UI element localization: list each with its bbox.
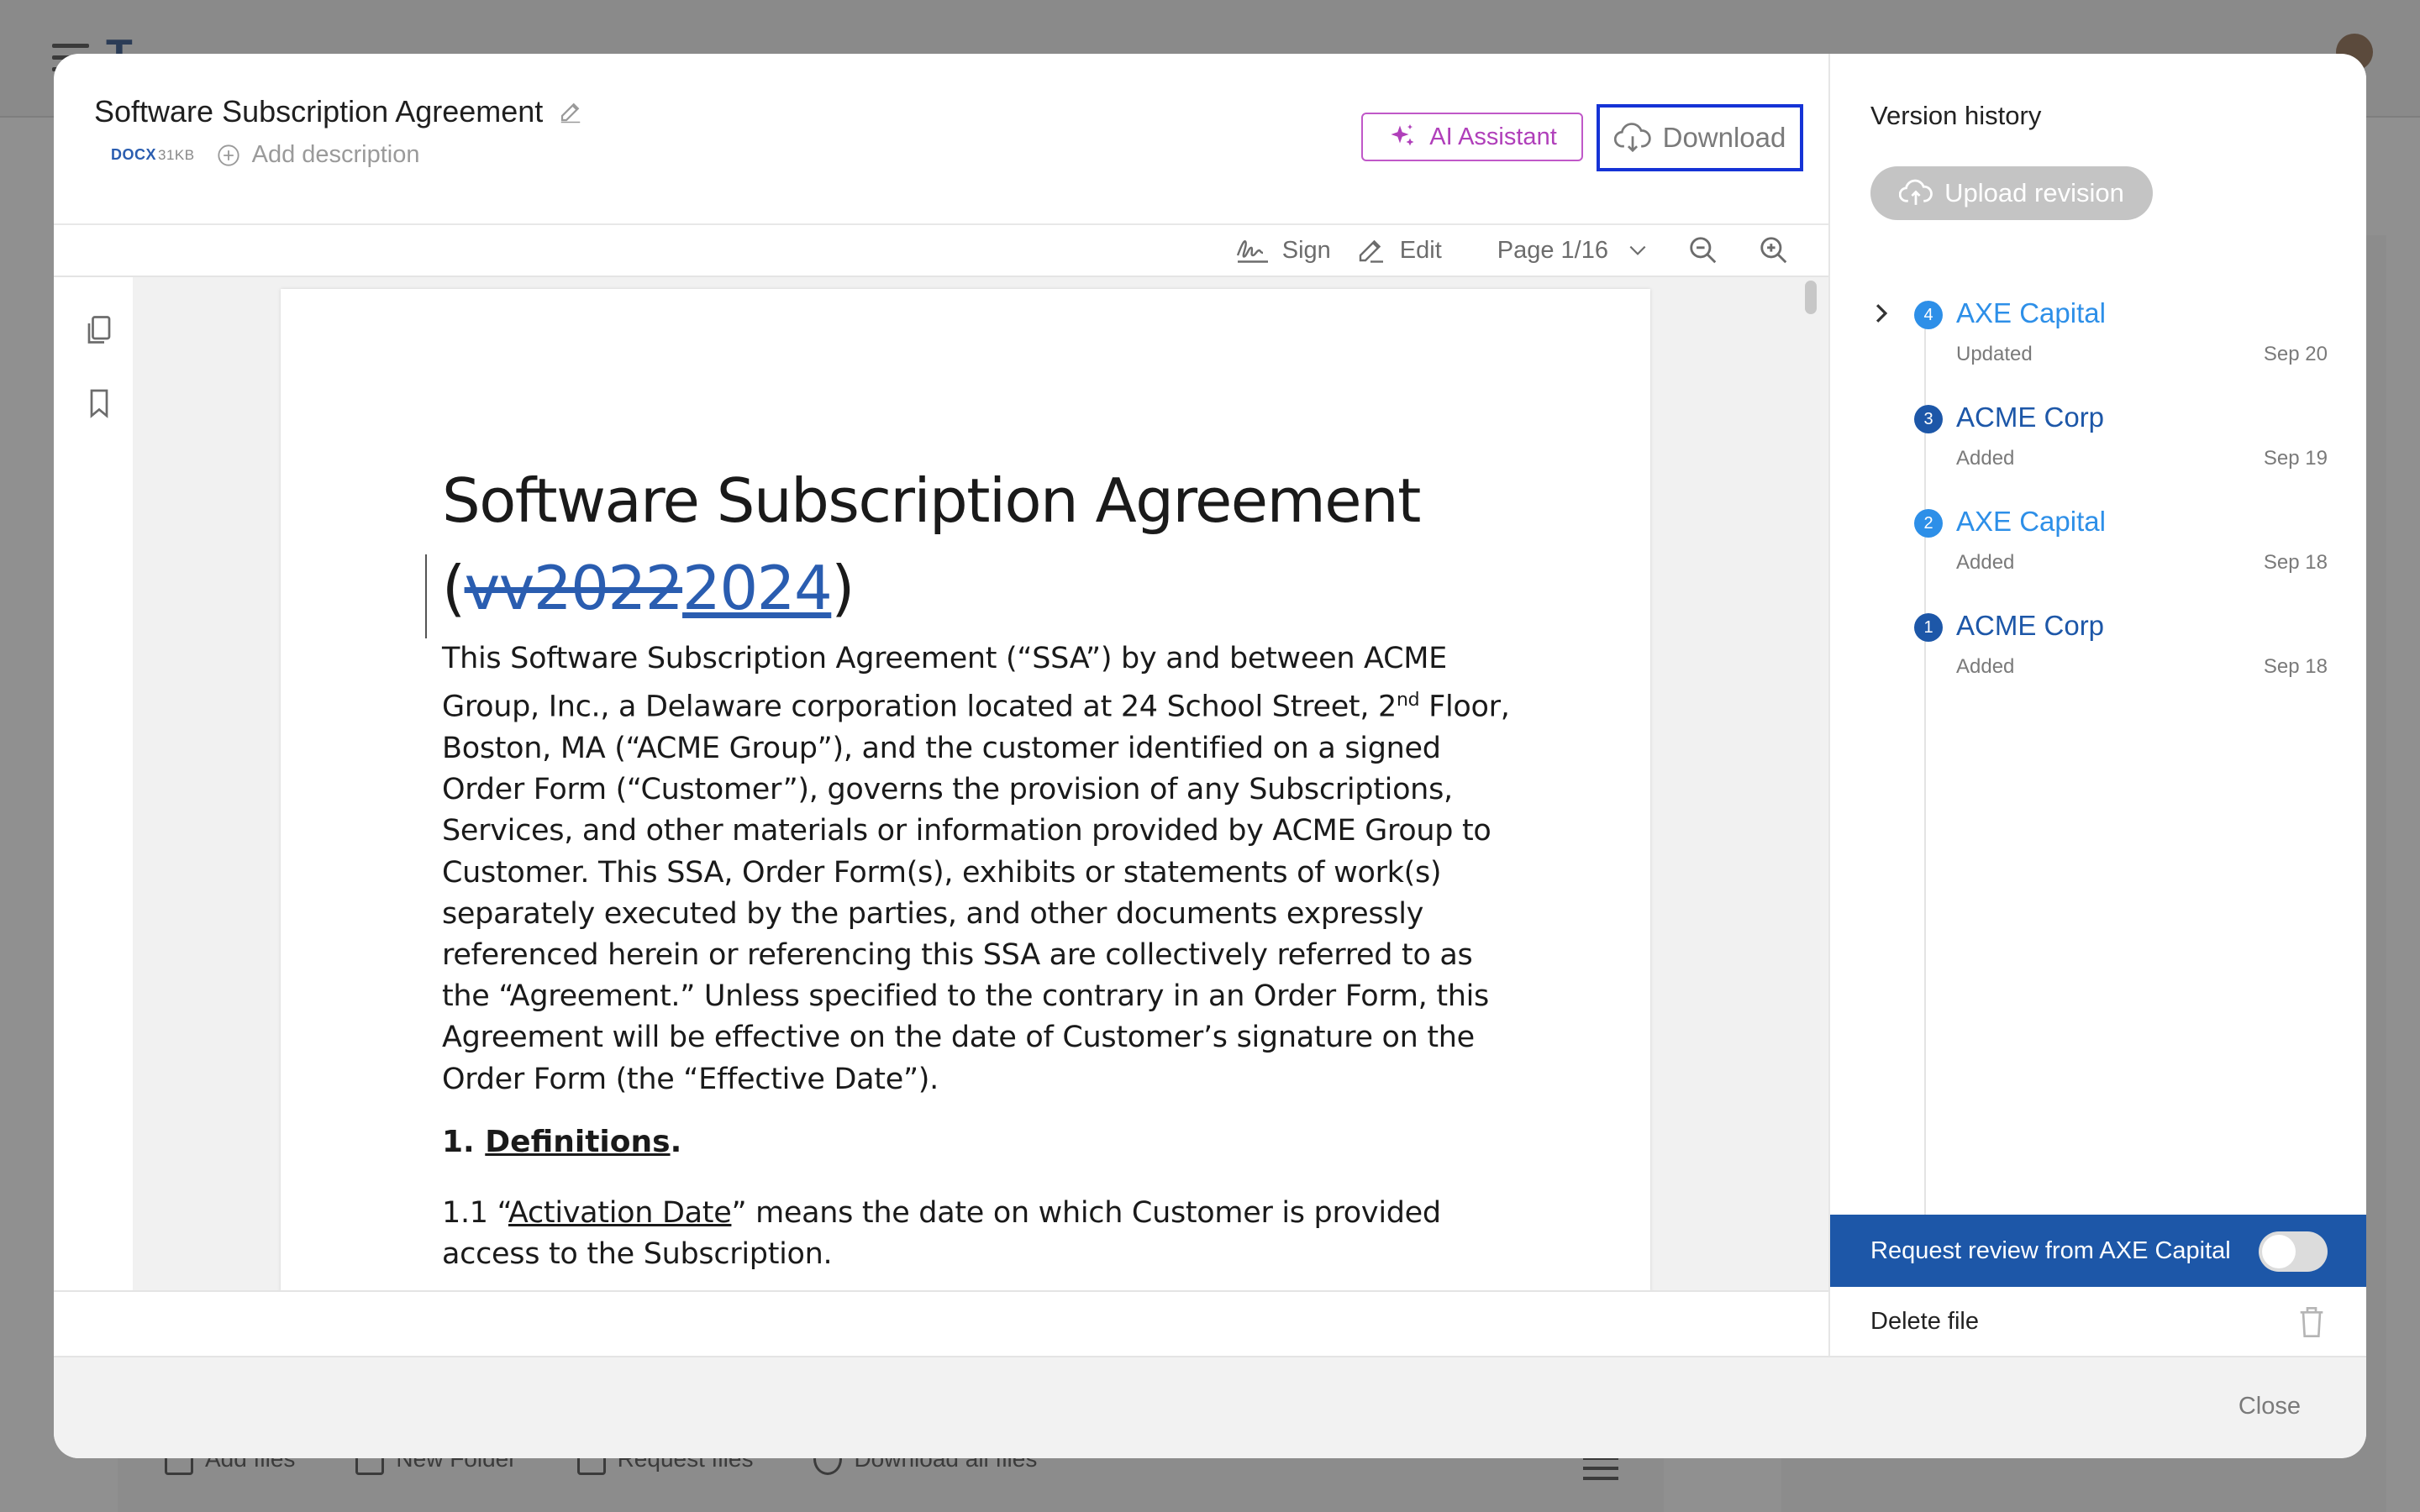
viewer-scrollbar[interactable]: [1800, 277, 1822, 1292]
document-heading: Software Subscription Agreement (vv20222…: [442, 457, 1526, 632]
sparkle-icon: [1391, 124, 1414, 146]
viewer-bottom-bar: [54, 1290, 1828, 1356]
version-author[interactable]: AXE Capital: [1956, 506, 2106, 538]
version-status: Added: [1956, 551, 2015, 574]
intro-text-2: Floor, Boston, MA (“ACME Group”), and th…: [442, 690, 1510, 1096]
viewer-side-rail: [54, 277, 133, 1292]
delete-file-label: Delete file: [1870, 1307, 1979, 1335]
document-title-row: Software Subscription Agreement: [94, 94, 583, 129]
version-author[interactable]: AXE Capital: [1956, 297, 2106, 329]
edit-label: Edit: [1399, 236, 1442, 264]
version-item[interactable]: 1 ACME Corp Added Sep 18: [1830, 600, 2366, 692]
cloud-upload-icon: [1899, 179, 1933, 205]
version-history-title: Version history: [1870, 101, 2042, 130]
intro-text-1: This Software Subscription Agreement (“S…: [442, 642, 1447, 724]
edit-icon: [1359, 239, 1383, 263]
file-type: DOCX: [111, 146, 157, 163]
zoom-out-icon[interactable]: [1687, 234, 1719, 266]
intro-paragraph: This Software Subscription Agreement (“S…: [442, 638, 1526, 1100]
sign-label: Sign: [1281, 236, 1331, 264]
text-cursor: [425, 554, 427, 638]
delete-file-row[interactable]: Delete file: [1830, 1287, 2366, 1356]
version-item[interactable]: 2 AXE Capital Added Sep 18: [1830, 496, 2366, 588]
heading-main: Software Subscription Agreement: [442, 465, 1421, 536]
heading-open-paren: (: [442, 553, 466, 623]
heading-close-paren: ): [831, 553, 855, 623]
version-date: Sep 20: [2263, 343, 2328, 365]
version-number-badge: 4: [1914, 301, 1943, 329]
tracked-insertion: 2024: [682, 553, 833, 623]
clause-term: Activation Date: [508, 1195, 732, 1230]
list-view-icon: [1583, 1457, 1618, 1482]
version-history-panel: Version history Upload revision 4 AXE Ca…: [1828, 54, 2366, 1356]
edit-button[interactable]: Edit: [1353, 235, 1442, 265]
download-label: Download: [1662, 122, 1786, 153]
pencil-icon[interactable]: [558, 99, 583, 124]
version-author[interactable]: ACME Corp: [1956, 610, 2104, 642]
scrollbar-thumb[interactable]: [1805, 281, 1817, 314]
file-type-badge: DOCX 31KB: [111, 146, 195, 164]
request-review-toggle[interactable]: [2259, 1231, 2328, 1272]
request-review-label: Request review from AXE Capital: [1870, 1236, 2231, 1264]
document-page: Software Subscription Agreement (vv20222…: [281, 289, 1650, 1292]
document-pane: Software Subscription Agreement DOCX 31KB…: [54, 54, 1828, 1356]
add-description-label: Add description: [251, 141, 420, 168]
version-date: Sep 19: [2263, 447, 2328, 470]
pages-icon[interactable]: [84, 314, 114, 348]
page-selector[interactable]: Page 1/16: [1497, 237, 1649, 265]
chevron-down-icon: [1629, 245, 1646, 255]
download-button[interactable]: Download: [1597, 104, 1803, 171]
version-number-badge: 1: [1914, 613, 1943, 642]
version-date: Sep 18: [2263, 551, 2328, 574]
tracked-deletion: vv2022: [464, 553, 684, 623]
toggle-knob: [2262, 1235, 2296, 1268]
ai-assistant-label: AI Assistant: [1429, 123, 1557, 150]
file-preview-modal: Software Subscription Agreement DOCX 31KB…: [54, 54, 2366, 1458]
version-date: Sep 18: [2263, 655, 2328, 678]
zoom-in-icon[interactable]: [1758, 234, 1790, 266]
section-period: .: [670, 1124, 682, 1159]
intro-superscript: nd: [1396, 690, 1420, 711]
section-number: 1.: [442, 1124, 486, 1159]
ai-assistant-button[interactable]: AI Assistant: [1361, 113, 1583, 161]
page-indicator: Page 1/16: [1497, 236, 1608, 264]
document-toolbar: Sign Edit Page 1/16: [54, 223, 1828, 276]
upload-revision-button[interactable]: Upload revision: [1870, 166, 2153, 220]
document-content: Software Subscription Agreement (vv20222…: [425, 457, 1526, 1275]
document-title: Software Subscription Agreement: [94, 94, 544, 129]
clause-paragraph: 1.1 “Activation Date” means the date on …: [442, 1193, 1526, 1275]
version-number-badge: 3: [1914, 405, 1943, 433]
trash-icon[interactable]: [2297, 1305, 2326, 1339]
file-size: 31KB: [158, 147, 195, 163]
version-status: Added: [1956, 655, 2015, 678]
version-status: Updated: [1956, 343, 2033, 365]
version-number-badge: 2: [1914, 509, 1943, 538]
add-description-button[interactable]: Add description: [217, 141, 420, 169]
plus-circle-icon: [218, 144, 239, 166]
version-status: Added: [1956, 447, 2015, 470]
section-title: Definitions: [485, 1124, 671, 1159]
version-item[interactable]: 3 ACME Corp Added Sep 19: [1830, 391, 2366, 484]
modal-footer: Close: [54, 1356, 2366, 1458]
version-author[interactable]: ACME Corp: [1956, 402, 2104, 433]
section-heading: 1. Definitions.: [442, 1121, 1526, 1164]
close-button[interactable]: Close: [2238, 1393, 2301, 1420]
request-review-bar: Request review from AXE Capital: [1830, 1215, 2366, 1287]
chevron-right-icon[interactable]: [1872, 302, 1891, 324]
file-meta: DOCX 31KB Add description: [111, 141, 420, 169]
bookmark-icon[interactable]: [84, 386, 114, 420]
cloud-download-icon: [1613, 123, 1651, 153]
upload-revision-label: Upload revision: [1944, 178, 2124, 207]
version-item[interactable]: 4 AXE Capital Updated Sep 20: [1830, 287, 2366, 380]
clause-prefix: 1.1 “: [442, 1195, 508, 1230]
signature-icon: [1236, 240, 1268, 263]
sign-button[interactable]: Sign: [1235, 235, 1331, 265]
document-viewer: Software Subscription Agreement (vv20222…: [54, 276, 1828, 1292]
